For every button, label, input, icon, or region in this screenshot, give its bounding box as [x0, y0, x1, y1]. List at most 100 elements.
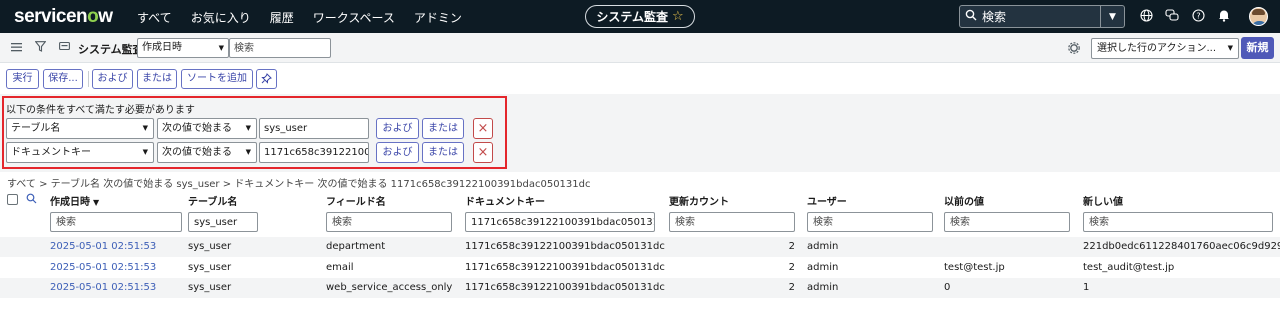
notification-bell-icon[interactable] — [1216, 9, 1232, 25]
cell-updatecount: 2 — [788, 262, 795, 273]
condition-operator-select[interactable]: 次の値で始まる ▼ — [157, 118, 257, 139]
column-filter-input[interactable] — [326, 212, 452, 232]
column-header-newvalue[interactable]: 新しい値 — [1083, 193, 1123, 208]
cell-newvalue: 1 — [1083, 282, 1090, 293]
add-and-condition-button[interactable]: および — [92, 69, 133, 89]
add-or-condition-button[interactable]: または — [137, 69, 177, 89]
chevron-down-icon: ▼ — [245, 148, 251, 156]
column-filter-input[interactable] — [807, 212, 933, 232]
condition-and-button[interactable]: および — [376, 142, 419, 163]
table-row: 2025-05-01 02:51:53 sys_user email 1171c… — [0, 258, 1280, 278]
column-header-user[interactable]: ユーザー — [807, 193, 847, 208]
condition-field-value: テーブル名 — [11, 123, 61, 134]
nav-favorites[interactable]: お気に入り — [191, 9, 251, 26]
add-sort-button[interactable]: ソートを追加 — [181, 69, 253, 89]
top-navigation-bar: servicenow すべて お気に入り 履歴 ワークスペース アドミン システ… — [0, 0, 1280, 33]
filter-breadcrumb[interactable]: すべて > テーブル名 次の値で始まる sys_user > ドキュメントキー … — [7, 175, 591, 190]
gear-icon[interactable] — [1068, 42, 1080, 57]
svg-text:?: ? — [1196, 12, 1200, 21]
condition-field-select[interactable]: ドキュメントキー ▼ — [6, 142, 154, 163]
search-field-select-value: 作成日時 — [142, 42, 182, 53]
condition-and-button[interactable]: および — [376, 118, 419, 139]
list-search-input[interactable] — [229, 38, 331, 58]
column-filter-input[interactable] — [50, 212, 182, 232]
column-header-oldvalue[interactable]: 以前の値 — [944, 193, 984, 208]
cell-created[interactable]: 2025-05-01 02:51:53 — [50, 282, 156, 293]
search-icon — [960, 9, 982, 24]
condition-field-value: ドキュメントキー — [11, 147, 91, 158]
servicenow-logo[interactable]: servicenow — [14, 6, 113, 28]
row-actions-select[interactable]: 選択した行のアクション... ▼ — [1091, 38, 1239, 59]
nav-admin[interactable]: アドミン — [414, 9, 462, 26]
cell-created[interactable]: 2025-05-01 02:51:53 — [50, 262, 156, 273]
column-header-fieldname[interactable]: フィールド名 — [326, 193, 386, 208]
table-row: 2025-05-01 02:51:53 sys_user web_service… — [0, 278, 1280, 298]
help-icon[interactable]: ? — [1190, 9, 1206, 25]
column-filter-input[interactable] — [1083, 212, 1273, 232]
search-scope-dropdown-icon[interactable]: ▼ — [1100, 6, 1124, 27]
cell-user: admin — [807, 262, 839, 273]
condition-operator-value: 次の値で始まる — [162, 123, 232, 134]
run-filter-button[interactable]: 実行 — [6, 69, 39, 89]
cell-documentkey: 1171c658c39122100391bdac050131dc — [465, 262, 665, 273]
column-header-documentkey[interactable]: ドキュメントキー — [465, 193, 545, 208]
chevron-down-icon: ▼ — [142, 124, 148, 132]
column-filter-input[interactable] — [188, 212, 258, 232]
cell-documentkey: 1171c658c39122100391bdac050131dc — [465, 282, 665, 293]
cell-oldvalue: 0 — [944, 282, 951, 293]
cell-tablename: sys_user — [188, 262, 232, 273]
globe-icon[interactable] — [1138, 9, 1154, 25]
table-row: 2025-05-01 02:51:53 sys_user department … — [0, 237, 1280, 257]
chat-icon[interactable] — [1164, 9, 1180, 25]
condition-field-select[interactable]: テーブル名 ▼ — [6, 118, 154, 139]
list-context-icon[interactable] — [59, 41, 70, 55]
pin-icon[interactable] — [256, 69, 277, 89]
column-filter-input[interactable] — [465, 212, 655, 232]
table-header: 作成日時 ▼ テーブル名 フィールド名 ドキュメントキー 更新カウント ユーザー … — [0, 190, 1280, 208]
condition-value-input[interactable] — [259, 118, 369, 139]
column-header-tablename[interactable]: テーブル名 — [188, 193, 237, 208]
cell-fieldname: web_service_access_only — [326, 282, 453, 293]
new-button[interactable]: 新規 — [1241, 37, 1274, 59]
condition-operator-value: 次の値で始まる — [162, 147, 232, 158]
nav-workspaces[interactable]: ワークスペース — [313, 9, 395, 26]
chevron-down-icon: ▼ — [218, 44, 224, 52]
cell-updatecount: 2 — [788, 282, 795, 293]
hamburger-menu-icon[interactable] — [11, 41, 22, 55]
cell-newvalue: 221db0edc611228401760aec06c9d929 — [1083, 241, 1280, 252]
cell-tablename: sys_user — [188, 241, 232, 252]
column-header-updatecount[interactable]: 更新カウント — [669, 193, 729, 208]
save-filter-button[interactable]: 保存... — [43, 69, 83, 89]
search-field-select[interactable]: 作成日時 ▼ — [137, 38, 229, 58]
column-filter-input[interactable] — [944, 212, 1070, 232]
cell-fieldname: department — [326, 241, 386, 252]
condition-title: 以下の条件をすべて満たす必要があります — [6, 105, 195, 116]
toolbar-divider — [88, 71, 89, 87]
chevron-down-icon: ▼ — [142, 148, 148, 156]
condition-value-input[interactable] — [259, 142, 369, 163]
nav-all[interactable]: すべて — [137, 9, 172, 26]
user-avatar[interactable] — [1249, 7, 1268, 26]
cell-created[interactable]: 2025-05-01 02:51:53 — [50, 241, 156, 252]
list-header-bar: システム監査 作成日時 ▼ 選択した行のアクション... ▼ 新規 — [0, 33, 1280, 63]
remove-condition-icon[interactable]: × — [473, 142, 493, 163]
condition-or-button[interactable]: または — [422, 142, 464, 163]
chevron-down-icon: ▼ — [245, 124, 251, 132]
nav-history[interactable]: 履歴 — [270, 9, 294, 26]
column-filter-input[interactable] — [669, 212, 795, 232]
row-actions-select-value: 選択した行のアクション... — [1097, 43, 1217, 54]
current-page-pill[interactable]: システム監査 ☆ — [585, 5, 695, 28]
remove-condition-icon[interactable]: × — [473, 118, 493, 139]
filter-funnel-icon[interactable] — [34, 41, 47, 55]
condition-or-button[interactable]: または — [422, 118, 464, 139]
cell-user: admin — [807, 241, 839, 252]
cell-fieldname: email — [326, 262, 354, 273]
cell-documentkey: 1171c658c39122100391bdac050131dc — [465, 241, 665, 252]
column-header-created[interactable]: 作成日時 ▼ — [50, 193, 99, 208]
column-filter-row — [0, 212, 1280, 236]
favorite-star-icon[interactable]: ☆ — [672, 9, 684, 24]
global-search-input[interactable] — [982, 9, 1100, 24]
condition-operator-select[interactable]: 次の値で始まる ▼ — [157, 142, 257, 163]
list-title: システム監査 — [78, 43, 144, 56]
main-menu: すべて お気に入り 履歴 ワークスペース アドミン — [137, 9, 481, 26]
